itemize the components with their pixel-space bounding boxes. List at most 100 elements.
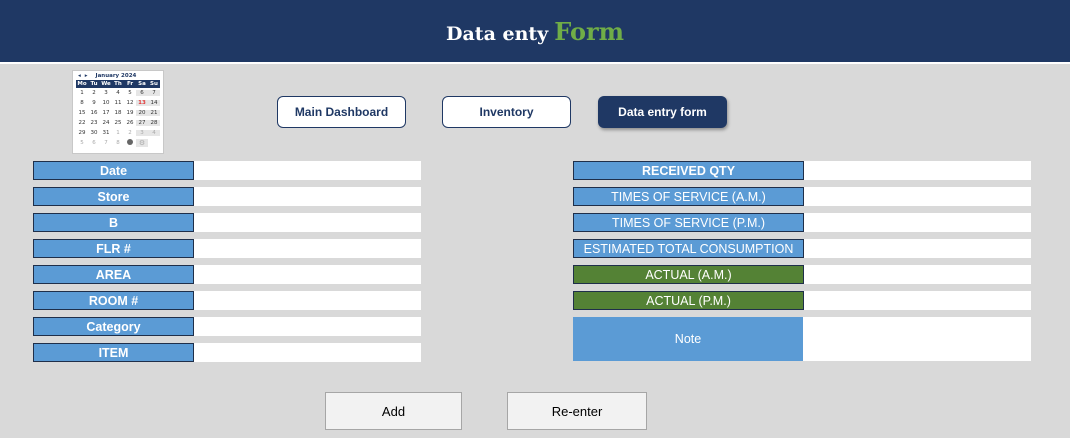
calendar-day[interactable]: 5 — [124, 90, 136, 96]
calendar-day[interactable]: 23 — [88, 120, 100, 126]
calendar-day[interactable]: 9 — [88, 100, 100, 106]
calendar-weekday-row: Mo Tu We Th Fr Sa Su — [76, 80, 160, 88]
room-field[interactable] — [194, 291, 421, 310]
times-service-pm-field[interactable] — [804, 213, 1031, 232]
date-picker-calendar[interactable]: ◂ ▸ January 2024 Mo Tu We Th Fr Sa Su 1 2 3 4 5 6 7 8 9… — [72, 70, 164, 154]
calendar-day[interactable]: 17 — [100, 110, 112, 116]
calendar-day[interactable]: 1 — [76, 90, 88, 96]
category-field[interactable] — [194, 317, 421, 336]
actual-pm-label: ACTUAL (P.M.) — [573, 291, 804, 310]
calendar-day[interactable]: 10 — [100, 100, 112, 106]
calendar-day[interactable]: 13 — [136, 100, 148, 106]
page-title: Data enty Form — [446, 17, 624, 46]
calendar-day[interactable]: 2 — [88, 90, 100, 96]
store-label: Store — [33, 187, 194, 206]
page-title-text: Data enty — [446, 22, 549, 45]
calendar-today-dot-icon[interactable] — [124, 139, 136, 147]
calendar-weekday: Tu — [90, 81, 98, 87]
calendar-weekday: We — [101, 81, 111, 87]
calendar-day[interactable]: 18 — [112, 110, 124, 116]
calendar-week-row: 5 6 7 8 ⚙ — [76, 138, 160, 148]
reenter-button[interactable]: Re-enter — [507, 392, 647, 430]
estimated-consumption-field[interactable] — [804, 239, 1031, 258]
calendar-settings-icon[interactable]: ⚙ — [136, 139, 148, 147]
data-entry-form-button[interactable]: Data entry form — [598, 96, 727, 128]
times-service-pm-label: TIMES OF SERVICE (P.M.) — [573, 213, 804, 232]
calendar-day[interactable]: 4 — [112, 90, 124, 96]
flr-label: FLR # — [33, 239, 194, 258]
calendar-day[interactable]: 7 — [100, 140, 112, 146]
calendar-day[interactable]: 8 — [112, 140, 124, 146]
inventory-button[interactable]: Inventory — [442, 96, 571, 128]
calendar-day[interactable]: 1 — [112, 130, 124, 136]
calendar-weekday: Su — [150, 81, 158, 87]
calendar-day[interactable]: 29 — [76, 130, 88, 136]
calendar-day[interactable]: 4 — [148, 130, 160, 136]
calendar-week-row: 8 9 10 11 12 13 14 — [76, 98, 160, 108]
calendar-day[interactable]: 28 — [148, 120, 160, 126]
calendar-day[interactable]: 3 — [100, 90, 112, 96]
calendar-week-row: 15 16 17 18 19 20 21 — [76, 108, 160, 118]
date-field[interactable] — [194, 161, 421, 180]
calendar-weekday: Sa — [138, 81, 146, 87]
received-qty-field[interactable] — [804, 161, 1031, 180]
calendar-week-row: 1234567 — [76, 88, 160, 98]
item-field[interactable] — [194, 343, 421, 362]
calendar-day[interactable]: 11 — [112, 100, 124, 106]
calendar-day[interactable]: 24 — [100, 120, 112, 126]
calendar-weekday: Mo — [77, 81, 87, 87]
calendar-day[interactable]: 16 — [88, 110, 100, 116]
calendar-day[interactable]: 5 — [76, 140, 88, 146]
item-label: ITEM — [33, 343, 194, 362]
calendar-next-icon[interactable]: ▸ — [85, 73, 88, 79]
calendar-day[interactable]: 3 — [136, 130, 148, 136]
calendar-week-row: 22 23 24 25 26 27 28 — [76, 118, 160, 128]
calendar-month-label: January 2024 — [95, 72, 137, 79]
area-label: AREA — [33, 265, 194, 284]
area-field[interactable] — [194, 265, 421, 284]
calendar-day[interactable]: 20 — [136, 110, 148, 116]
calendar-day[interactable]: 22 — [76, 120, 88, 126]
calendar-day[interactable]: 25 — [112, 120, 124, 126]
room-label: ROOM # — [33, 291, 194, 310]
calendar-day[interactable]: 19 — [124, 110, 136, 116]
received-qty-label: RECEIVED QTY — [573, 161, 804, 180]
header-divider — [0, 62, 1070, 64]
add-button[interactable]: Add — [325, 392, 462, 430]
category-label: Category — [33, 317, 194, 336]
calendar-day[interactable]: 8 — [76, 100, 88, 106]
b-label: B — [33, 213, 194, 232]
calendar-day[interactable]: 12 — [124, 100, 136, 106]
page-title-accent: Form — [554, 16, 624, 46]
calendar-day[interactable]: 14 — [148, 100, 160, 106]
calendar-day[interactable]: 31 — [100, 130, 112, 136]
actual-pm-field[interactable] — [804, 291, 1031, 310]
main-dashboard-button[interactable]: Main Dashboard — [277, 96, 406, 128]
header-bar: Data enty Form — [0, 0, 1070, 62]
note-field[interactable] — [803, 317, 1031, 361]
calendar-day[interactable]: 15 — [76, 110, 88, 116]
calendar-grid: Mo Tu We Th Fr Sa Su 1 2 3 4 5 6 7 8 9 10 11 12 13 14 15 16 17 1… — [76, 80, 160, 148]
note-label: Note — [573, 317, 803, 361]
calendar-week-row: 29 30 31 1 2 3 4 — [76, 128, 160, 138]
calendar-weekday: Fr — [126, 81, 134, 87]
date-label: Date — [33, 161, 194, 180]
calendar-day[interactable]: 7 — [148, 90, 160, 96]
calendar-prev-icon[interactable]: ◂ — [78, 73, 81, 79]
calendar-day[interactable]: 30 — [88, 130, 100, 136]
calendar-day[interactable]: 2 — [124, 130, 136, 136]
actual-am-field[interactable] — [804, 265, 1031, 284]
flr-field[interactable] — [194, 239, 421, 258]
actual-am-label: ACTUAL (A.M.) — [573, 265, 804, 284]
calendar-day[interactable]: 6 — [88, 140, 100, 146]
calendar-day[interactable]: 27 — [136, 120, 148, 126]
calendar-day[interactable]: 21 — [148, 110, 160, 116]
times-service-am-field[interactable] — [804, 187, 1031, 206]
calendar-weekday: Th — [114, 81, 122, 87]
b-field[interactable] — [194, 213, 421, 232]
estimated-consumption-label: ESTIMATED TOTAL CONSUMPTION — [573, 239, 804, 258]
calendar-nav: ◂ ▸ January 2024 — [73, 71, 163, 80]
calendar-day[interactable]: 6 — [136, 90, 148, 96]
calendar-day[interactable]: 26 — [124, 120, 136, 126]
store-field[interactable] — [194, 187, 421, 206]
